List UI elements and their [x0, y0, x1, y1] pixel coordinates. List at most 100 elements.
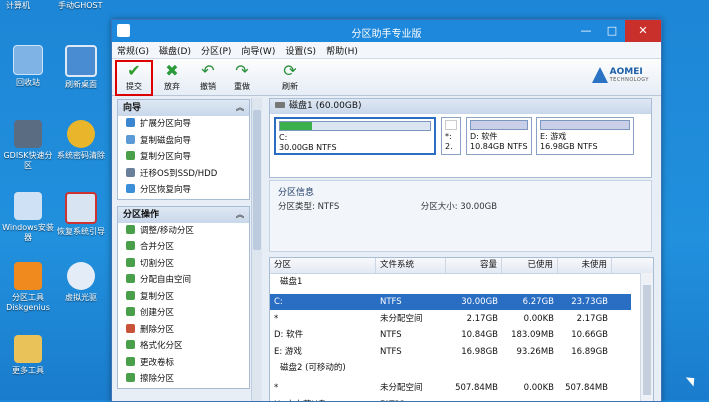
ops-panel: 分区操作 ︽ 调整/移动分区 合并分区 切割分区 分配自由空间 复制分区 创建分… [117, 206, 250, 389]
group-label: 磁盘1 [276, 274, 306, 290]
table-cell: 507.84MB [558, 380, 612, 396]
discard-button[interactable]: ✖ 放弃 [156, 62, 188, 92]
maximize-button[interactable]: □ [599, 20, 625, 42]
wizard-panel: 向导 ︽ 扩展分区向导 复制磁盘向导 复制分区向导 迁移OS到SSD/HDD 分… [117, 99, 250, 200]
redo-button[interactable]: ↷ 重做 [226, 62, 258, 92]
ops-item-create[interactable]: 创建分区 [118, 305, 249, 322]
ops-item-delete[interactable]: 删除分区 [118, 322, 249, 339]
wizard-item-extend[interactable]: 扩展分区向导 [118, 116, 249, 133]
wipe-icon [126, 373, 135, 382]
table-cell: 16.89GB [558, 344, 612, 360]
table-cell: D: 软件 [270, 327, 376, 343]
ops-item-allocate[interactable]: 分配自由空间 [118, 272, 249, 289]
table-cell: 2.17GB [558, 311, 612, 327]
table-cell: 未分配空间 [376, 311, 446, 327]
table-cell: FAT32 [376, 397, 446, 402]
table-cell: NTFS [376, 344, 446, 360]
menu-wizard[interactable]: 向导(W) [236, 42, 280, 59]
partition-block-e[interactable]: E: 游戏 16.98GB NTFS [536, 117, 634, 155]
menu-help[interactable]: 帮助(H) [321, 42, 363, 59]
col-filesystem[interactable]: 文件系统 [376, 258, 446, 273]
partition-usage-bar [470, 120, 528, 130]
undo-button[interactable]: ↶ 撤销 [192, 62, 224, 92]
desktop-diskgenius[interactable]: 分区工具Diskgenius [0, 262, 56, 313]
desktop-password-clear[interactable]: 系统密码清除 [53, 120, 109, 161]
col-free[interactable]: 未使用 [558, 258, 612, 273]
wizard-item-copy-partition[interactable]: 复制分区向导 [118, 149, 249, 166]
desktop-restore-boot[interactable]: 恢复系统引导 [53, 192, 109, 237]
minimize-button[interactable]: — [573, 20, 599, 42]
scrollbar-thumb[interactable] [643, 285, 651, 395]
collapse-icon[interactable]: ︽ [236, 207, 244, 223]
desktop-virtual-drive[interactable]: 虚拟光驱 [53, 262, 109, 303]
disk-header[interactable]: 磁盘1 (60.00GB) [270, 99, 651, 114]
table-group-row[interactable]: 磁盘1 [270, 274, 631, 290]
virtual-drive-icon [67, 262, 95, 290]
col-partition[interactable]: 分区 [270, 258, 376, 273]
menu-disk[interactable]: 磁盘(D) [154, 42, 196, 59]
submit-button[interactable]: ✔ 提交 [115, 60, 153, 96]
scrollbar-thumb[interactable] [253, 110, 261, 250]
desktop-more-tools[interactable]: 更多工具 [0, 335, 56, 376]
table-row[interactable]: H: 大白菜U盘FAT32 [270, 397, 631, 402]
collapse-icon[interactable]: ︽ [236, 100, 244, 116]
table-cell: 0.00KB [502, 311, 558, 327]
table-cell: E: 游戏 [270, 344, 376, 360]
desktop-recycle-bin[interactable]: 回收站 [0, 45, 56, 88]
menu-general[interactable]: 常规(G) [112, 42, 154, 59]
table-row[interactable]: D: 软件NTFS10.84GB183.09MB10.66GB [270, 327, 631, 343]
sidebar-scrollbar[interactable] [251, 98, 262, 401]
table-row[interactable]: *未分配空间2.17GB0.00KB2.17GB [270, 311, 631, 327]
delete-icon [126, 324, 135, 333]
sidebar: 向导 ︽ 扩展分区向导 复制磁盘向导 复制分区向导 迁移OS到SSD/HDD 分… [117, 99, 250, 395]
desktop-refresh[interactable]: 刷新桌面 [53, 45, 109, 90]
table-header: 分区 文件系统 容量 已使用 未使用 [270, 258, 653, 274]
menu-partition[interactable]: 分区(P) [196, 42, 236, 59]
ops-item-label[interactable]: 更改卷标 [118, 355, 249, 372]
table-group-row[interactable]: 磁盘2 (可移动的) [270, 360, 631, 376]
wizard-item-migrate-os[interactable]: 迁移OS到SSD/HDD [118, 166, 249, 183]
table-cell: 30.00GB [446, 294, 502, 310]
table-cell: 2.17GB [446, 311, 502, 327]
table-row[interactable]: *未分配空间507.84MB0.00KB507.84MB [270, 380, 631, 396]
first-aid-icon [65, 192, 97, 224]
ops-item-split[interactable]: 切割分区 [118, 256, 249, 273]
table-cell: 507.84MB [446, 380, 502, 396]
create-icon [126, 307, 135, 316]
partition-info: 分区信息 分区类型: NTFS 分区大小: 30.00GB [269, 180, 652, 252]
wizard-panel-header[interactable]: 向导 ︽ [118, 100, 249, 116]
desktop-gdisk[interactable]: GDISK快速分区 [0, 120, 56, 171]
refresh-button[interactable]: ⟳ 刷新 [274, 62, 306, 92]
partition-block-d[interactable]: D: 软件 10.84GB NTFS [466, 117, 532, 155]
ops-item-merge[interactable]: 合并分区 [118, 239, 249, 256]
wizard-item-copy-disk[interactable]: 复制磁盘向导 [118, 133, 249, 150]
col-used[interactable]: 已使用 [502, 258, 558, 273]
ops-item-copy[interactable]: 复制分区 [118, 289, 249, 306]
close-button[interactable]: ✕ [625, 20, 661, 42]
table-cell: 16.98GB [446, 344, 502, 360]
partition-block-unallocated[interactable]: *: 2. [441, 117, 461, 155]
desktop-label-computer[interactable]: 计算机 [6, 0, 30, 20]
table-row[interactable]: C:NTFS30.00GB6.27GB23.73GB [270, 294, 631, 310]
table-row[interactable]: E: 游戏NTFS16.98GB93.26MB16.89GB [270, 344, 631, 360]
ops-item-format[interactable]: 格式化分区 [118, 338, 249, 355]
desktop-label-ghost[interactable]: 手动GHOST [58, 0, 102, 20]
partition-table: 分区 文件系统 容量 已使用 未使用 磁盘1 C:NTFS30.00GB6.27G… [269, 257, 654, 402]
table-cell: NTFS [376, 327, 446, 343]
partition-usage-bar [540, 120, 630, 130]
title-bar[interactable]: 分区助手专业版 — □ ✕ [112, 20, 661, 42]
table-cell: 0.00KB [502, 380, 558, 396]
ops-item-wipe[interactable]: 擦除分区 [118, 371, 249, 388]
menu-settings[interactable]: 设置(S) [280, 42, 321, 59]
desktop-windows-installer[interactable]: Windows安装器 [0, 192, 56, 243]
wizard-item-recovery[interactable]: 分区恢复向导 [118, 182, 249, 199]
allocate-icon [126, 274, 135, 283]
table-cell: 10.84GB [446, 327, 502, 343]
ops-panel-header[interactable]: 分区操作 ︽ [118, 207, 249, 223]
ops-item-resize[interactable]: 调整/移动分区 [118, 223, 249, 240]
table-scrollbar[interactable] [640, 273, 653, 401]
partition-info-title: 分区信息 [278, 185, 643, 198]
col-capacity[interactable]: 容量 [446, 258, 502, 273]
menu-bar: 常规(G)磁盘(D)分区(P)向导(W)设置(S)帮助(H) [112, 42, 661, 59]
partition-block-c[interactable]: C: 30.00GB NTFS [274, 117, 436, 155]
